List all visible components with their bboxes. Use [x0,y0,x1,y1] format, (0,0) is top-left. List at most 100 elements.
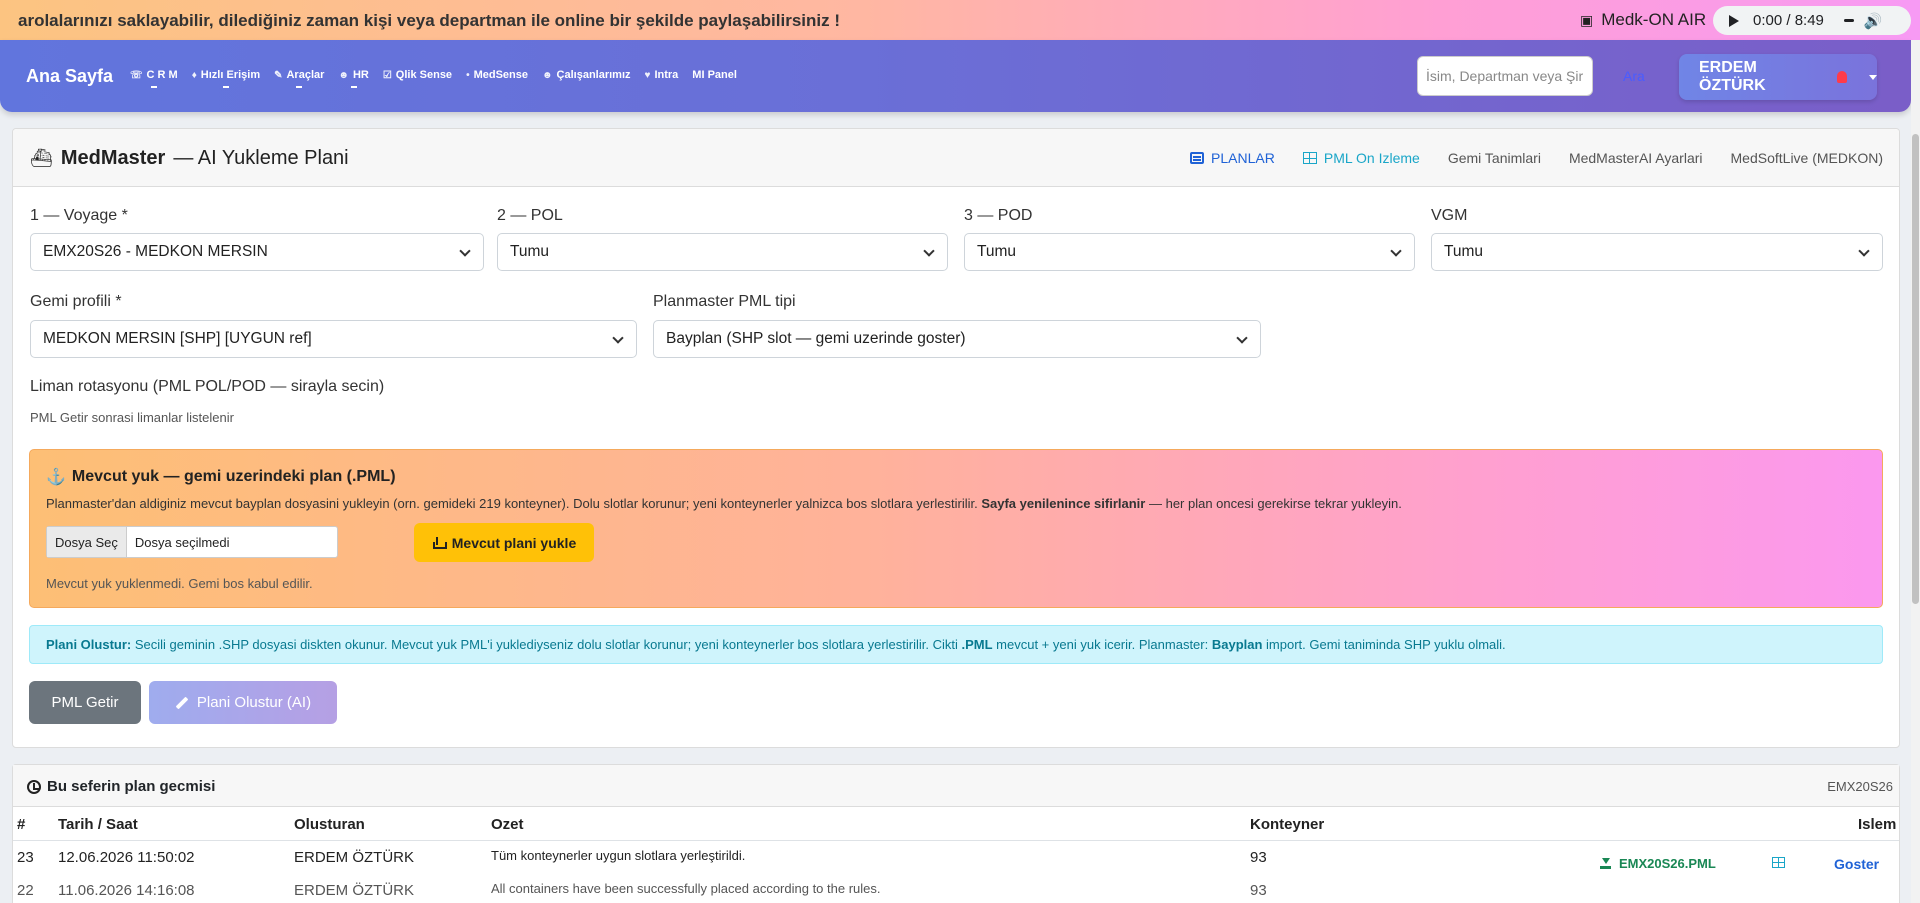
nav-item-intra[interactable]: ♥ Intra [645,69,679,81]
play-icon[interactable] [1729,14,1739,27]
announcement-text: arolalarınızı saklayabilir, dilediğiniz … [18,11,840,30]
voyage-label: 1 — Voyage * [30,207,128,224]
nav-item-c-r-m[interactable]: ☏ C R M [130,69,178,81]
nav-item-label: Hızlı Erişim [200,69,261,81]
info-bold-3: Bayplan [1211,637,1263,652]
pml-getir-button[interactable]: PML Getir [29,681,141,724]
row-date: 12.06.2026 11:50:02 [58,849,195,866]
nav-item-hızlı-erişim[interactable]: ♦ Hızlı Erişim [192,69,260,81]
nav-item-hr[interactable]: ☻ HR [338,69,368,81]
pin-icon: • [466,69,470,81]
current-load-status: Mevcut yuk yuklenmedi. Gemi bos kabul ed… [46,576,313,591]
col-count: Konteyner [1250,816,1325,833]
load-plan-label: Mevcut plani yukle [451,534,577,551]
info-text-3: import. Gemi taniminda SHP yuklu olmali. [1262,637,1506,652]
nav-item-mi-panel[interactable]: MI Panel [692,69,737,81]
chevron-down-icon [1858,245,1870,257]
pod-label: 3 — POD [964,207,1033,224]
choose-file-button[interactable]: Dosya Seç [47,527,127,557]
file-name: Dosya seçilmedi [134,534,230,550]
info-alert: Plani Olustur: Secili geminin .SHP dosya… [29,625,1883,664]
people-icon: ☻ [338,69,349,81]
user-menu-button[interactable]: ERDEM ÖZTÜRK [1679,54,1877,100]
pod-select[interactable]: Tumu [964,233,1415,271]
col-date: Tarih / Saat [58,816,138,833]
pml-type-label: Planmaster PML tipi [653,293,796,310]
table-icon [1302,152,1317,164]
scrollbar-thumb[interactable] [1912,134,1919,604]
table-preview-icon[interactable] [1772,857,1785,868]
download-pml-link[interactable]: EMX20S26.PML [1600,856,1716,871]
col-action: Islem [1858,816,1897,833]
load-plan-button[interactable]: Mevcut plani yukle [414,523,594,562]
tab-gemi-tanimlari[interactable]: Gemi Tanimlari [1448,150,1541,166]
create-plan-label: Plani Olustur (AI) [196,694,312,711]
radio-icon: ▣ [1580,11,1594,28]
audio-player[interactable]: 0:00 / 8:49 🔊 [1713,6,1911,35]
pod-value: Tumu [977,243,1017,260]
tab-planlar[interactable]: PLANLAR [1190,150,1275,166]
title-brand: MedMaster [60,147,166,169]
col-summary: Ozet [491,816,524,833]
tab-medmasterai-ayarlari[interactable]: MedMasterAI Ayarlari [1569,150,1703,166]
chevron-down-icon [1390,245,1402,257]
history-title-text: Bu seferin plan gecmisi [47,778,216,795]
voyage-value: EMX20S26 - MEDKON MERSIN [43,243,268,260]
row-count: 93 [1250,882,1267,899]
search-button[interactable]: Ara [1623,68,1645,84]
medmaster-card: ⛴ MedMaster — AI Yukleme Plani PLANLAR PM… [12,128,1900,748]
plan-history-card: Bu seferin plan gecmisi EMX20S26 # Tarih… [12,764,1900,903]
pol-value: Tumu [510,243,550,260]
nav-item-qlik-sense[interactable]: ☑ Qlik Sense [383,69,452,81]
vgm-select[interactable]: Tumu [1431,233,1883,271]
nav-item-label: Qlik Sense [395,69,453,81]
title-text: — AI Yukleme Plani [173,147,349,169]
voyage-select[interactable]: EMX20S26 - MEDKON MERSIN [30,233,484,271]
current-load-panel: ⚓ Mevcut yuk — gemi uzerindeki plan (.PM… [29,449,1883,608]
row-count: 93 [1250,849,1267,866]
people-icon: ☻ [542,69,553,81]
chevron-down-icon [612,332,624,344]
caret-down-icon[interactable] [1869,74,1877,80]
current-load-title: ⚓ Mevcut yuk — gemi uzerindeki plan (.PM… [46,467,396,487]
announcement-bar: arolalarınızı saklayabilir, dilediğiniz … [0,0,1920,40]
radio-label: ▣ Medk-ON AIR [1580,10,1706,30]
profile-label: Gemi profili * [30,293,122,310]
tab-pml-on-izleme[interactable]: PML On Izleme [1302,150,1420,166]
nav-item-label: Araçlar [286,69,325,81]
profile-select[interactable]: MEDKON MERSIN [SHP] [UYGUN ref] [30,320,637,358]
pol-select[interactable]: Tumu [497,233,948,271]
tab-label: PLANLAR [1211,150,1275,166]
top-navbar: Ana Sayfa ☏ C R M ♦ Hızlı Erişim ✎ Araçlar ☻ HR… [0,40,1911,112]
tab-label: MedSoftLive (MEDKON) [1730,150,1883,166]
tab-medsoftlive-medkon[interactable]: MedSoftLive (MEDKON) [1731,150,1883,166]
tools-icon: ✎ [274,69,283,81]
tab-label: Gemi Tanimlari [1447,150,1541,166]
current-load-desc: Planmaster'dan aldiginiz mevcut bayplan … [46,496,1402,511]
nav-item-çalışanlarımız[interactable]: ☻ Çalışanlarımız [542,69,631,81]
pol-label: 2 — POL [497,207,563,224]
brand-home-link[interactable]: Ana Sayfa [26,66,113,87]
progress-icon[interactable] [1843,19,1854,22]
search-input[interactable] [1417,56,1593,96]
nav-item-medsense[interactable]: • MedSense [466,69,528,81]
info-bold-2: .PML [961,637,993,652]
pml-type-select[interactable]: Bayplan (SHP slot — gemi uzerinde goster… [653,320,1261,358]
pml-type-value: Bayplan (SHP slot — gemi uzerinde goster… [666,330,966,347]
desc-bold: Sayfa yenilenince sifirlanir [981,496,1146,511]
bell-icon[interactable] [1837,71,1847,83]
col-no: # [17,816,26,833]
row-no: 23 [17,849,34,866]
audio-time: 0:00 / 8:49 [1753,12,1824,29]
nav-item-label: MedSense [473,69,528,81]
create-plan-button[interactable]: Plani Olustur (AI) [149,681,337,724]
show-button[interactable]: Goster [1834,856,1879,872]
user-name: ERDEM ÖZTÜRK [1699,59,1766,94]
nav-item-label: Intra [654,69,679,81]
page-title: ⛴ MedMaster — AI Yukleme Plani [30,147,349,170]
download-icon [1600,858,1611,869]
list-icon [1190,152,1205,164]
volume-icon[interactable]: 🔊 [1864,12,1883,30]
file-input[interactable]: Dosya Seç Dosya seçilmedi [46,526,338,558]
nav-item-araçlar[interactable]: ✎ Araçlar [274,69,324,81]
